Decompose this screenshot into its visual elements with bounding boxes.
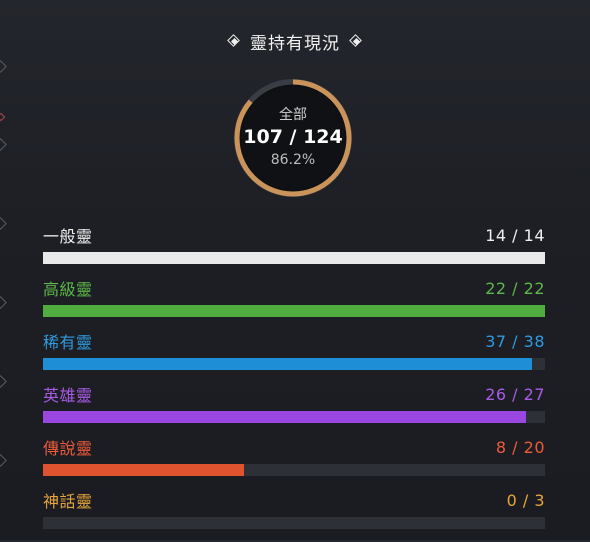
rarity-name: 高級靈 (43, 280, 93, 299)
rarity-name: 稀有靈 (43, 333, 93, 352)
ring-summary: 全部 107 / 124 86.2% (233, 78, 353, 198)
rarity-row-header: 高級靈 22 / 22 (43, 277, 545, 300)
rarity-row: 傳說靈 8 / 20 (43, 436, 545, 489)
rarity-progress-track (43, 464, 545, 476)
collection-progress-ring: 全部 107 / 124 86.2% (233, 78, 353, 198)
rarity-progress-fill (43, 358, 532, 370)
edge-marker (0, 375, 7, 388)
rarity-row-header: 一般靈 14 / 14 (43, 224, 545, 247)
rarity-row: 稀有靈 37 / 38 (43, 330, 545, 383)
rarity-progress-fill (43, 464, 244, 476)
rarity-count: 14 / 14 (485, 225, 545, 245)
rarity-name: 神話靈 (43, 492, 93, 511)
rarity-row-header: 英雄靈 26 / 27 (43, 383, 545, 406)
edge-marker (0, 138, 7, 151)
rarity-row-header: 稀有靈 37 / 38 (43, 330, 545, 353)
rarity-row: 高級靈 22 / 22 (43, 277, 545, 330)
ring-label: 全部 (279, 107, 307, 123)
rarity-progress-fill (43, 252, 545, 264)
rarity-progress-track (43, 252, 545, 264)
edge-marker (0, 454, 7, 467)
rarity-count: 0 / 3 (506, 490, 545, 510)
ring-count: 107 / 124 (243, 126, 343, 148)
edge-marker (0, 60, 7, 73)
section-header: 靈持有現況 (0, 28, 590, 54)
rarity-progress-fill (43, 305, 545, 317)
rarity-row-header: 神話靈 0 / 3 (43, 489, 545, 512)
rarity-row: 英雄靈 26 / 27 (43, 383, 545, 436)
rarity-count: 26 / 27 (485, 384, 545, 404)
section-title: 靈持有現況 (250, 33, 340, 54)
rarity-count: 22 / 22 (485, 278, 545, 298)
rarity-progress-fill (43, 411, 527, 423)
edge-marker-active (0, 112, 6, 122)
rarity-progress-track (43, 358, 545, 370)
rarity-count: 37 / 38 (485, 331, 545, 351)
rarity-row: 一般靈 14 / 14 (43, 224, 545, 277)
left-edge-markers (0, 0, 8, 540)
edge-marker (0, 217, 7, 230)
rarity-name: 一般靈 (43, 227, 93, 246)
rarity-progress-track (43, 305, 545, 317)
rarity-name: 傳說靈 (43, 439, 93, 458)
rarity-list: 一般靈 14 / 14 高級靈 22 / 22 稀有靈 37 / 38 英雄靈 26 / 27… (43, 224, 545, 542)
rarity-progress-track (43, 517, 545, 529)
edge-marker (0, 296, 7, 309)
rarity-name: 英雄靈 (43, 386, 93, 405)
diamond-ornament-icon (349, 34, 362, 47)
rarity-progress-track (43, 411, 545, 423)
rarity-row-header: 傳說靈 8 / 20 (43, 436, 545, 459)
ring-percent: 86.2% (270, 152, 316, 168)
rarity-row: 神話靈 0 / 3 (43, 489, 545, 542)
diamond-ornament-icon (227, 34, 240, 47)
rarity-count: 8 / 20 (495, 437, 545, 457)
